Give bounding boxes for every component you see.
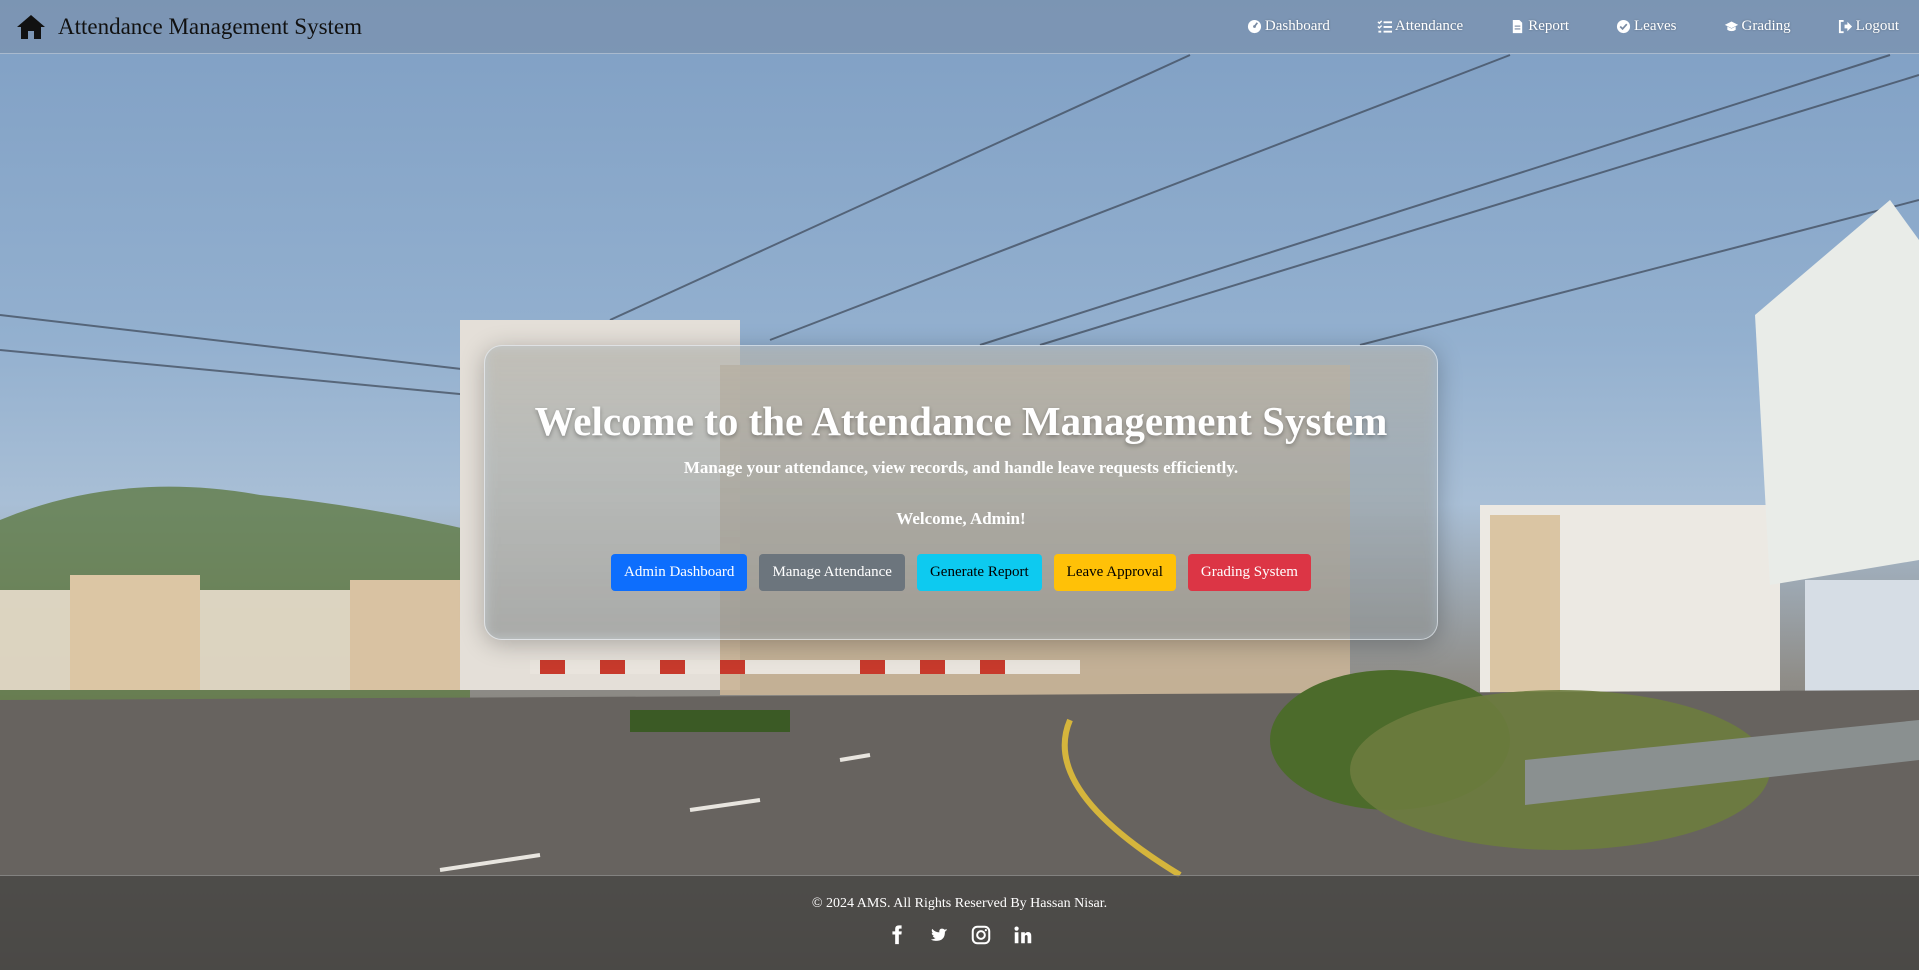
check-circle-icon bbox=[1616, 19, 1631, 34]
sign-out-icon bbox=[1838, 19, 1852, 34]
nav-report[interactable]: Report bbox=[1510, 18, 1569, 35]
nav-links: Dashboard Attendance Report Leaves Gradi… bbox=[1200, 18, 1899, 35]
nav-logout[interactable]: Logout bbox=[1838, 18, 1899, 35]
generate-report-button[interactable]: Generate Report bbox=[916, 554, 1042, 591]
nav-dashboard[interactable]: Dashboard bbox=[1247, 18, 1330, 35]
facebook-icon[interactable] bbox=[886, 924, 908, 946]
nav-attendance-label: Attendance bbox=[1394, 18, 1464, 34]
linkedin-icon[interactable] bbox=[1012, 924, 1034, 946]
nav-grading[interactable]: Grading bbox=[1724, 18, 1791, 35]
nav-attendance[interactable]: Attendance bbox=[1377, 18, 1463, 35]
graduation-cap-icon bbox=[1724, 21, 1738, 32]
file-icon bbox=[1513, 19, 1523, 34]
nav-dashboard-label: Dashboard bbox=[1264, 18, 1330, 34]
nav-leaves-label: Leaves bbox=[1634, 18, 1677, 34]
nav-grading-label: Grading bbox=[1741, 18, 1791, 34]
nav-leaves[interactable]: Leaves bbox=[1616, 18, 1677, 35]
nav-logout-label: Logout bbox=[1855, 18, 1899, 34]
hero-title: Welcome to the Attendance Management Sys… bbox=[534, 398, 1388, 444]
navbar: Attendance Management System Dashboard A… bbox=[0, 0, 1919, 54]
manage-attendance-button[interactable]: Manage Attendance bbox=[759, 554, 905, 591]
page: Attendance Management System Dashboard A… bbox=[0, 0, 1919, 970]
welcome-message: Welcome, Admin! bbox=[896, 509, 1026, 528]
twitter-icon[interactable] bbox=[928, 924, 950, 946]
footer: © 2024 AMS. All Rights Reserved By Hassa… bbox=[0, 875, 1919, 970]
admin-dashboard-button[interactable]: Admin Dashboard bbox=[611, 554, 748, 591]
home-icon bbox=[17, 14, 45, 39]
brand-title: Attendance Management System bbox=[58, 13, 363, 39]
copyright-text: © 2024 AMS. All Rights Reserved By Hassa… bbox=[811, 896, 1108, 911]
list-check-icon bbox=[1377, 20, 1392, 33]
instagram-icon[interactable] bbox=[970, 924, 992, 946]
social-links bbox=[0, 924, 1919, 946]
tachometer-icon bbox=[1247, 19, 1261, 34]
welcome-card: Welcome to the Attendance Management Sys… bbox=[484, 345, 1438, 640]
hero-subtitle: Manage your attendance, view records, an… bbox=[683, 458, 1239, 477]
grading-system-button[interactable]: Grading System bbox=[1187, 554, 1311, 591]
action-buttons: Admin Dashboard Manage Attendance Genera… bbox=[485, 554, 1437, 591]
nav-report-label: Report bbox=[1528, 18, 1570, 34]
brand[interactable]: Attendance Management System bbox=[16, 14, 362, 40]
leave-approval-button[interactable]: Leave Approval bbox=[1053, 554, 1176, 591]
